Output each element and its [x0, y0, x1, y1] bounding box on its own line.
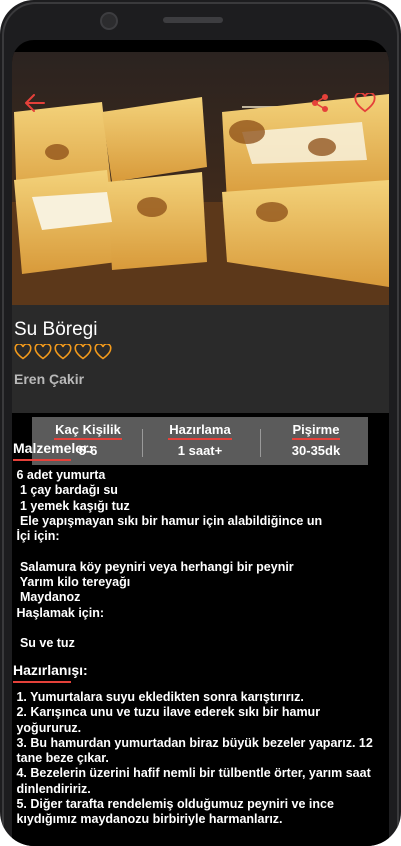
recipe-title: Su Böregi [14, 319, 98, 340]
stat-label: Hazırlama [168, 422, 232, 440]
heart-outline-icon[interactable] [74, 344, 92, 360]
preparation-heading-text: Hazırlanışı: [13, 662, 88, 678]
ingredients-list: 6 adet yumurta 1 çay bardağı su 1 yemek … [16, 468, 323, 651]
arrow-left-icon [25, 94, 45, 112]
heart-outline-icon[interactable] [34, 344, 52, 360]
stat-prep-time: Hazırlama 1 saat+ [144, 422, 256, 458]
ingredients-heading-text: Malzemeler: [13, 440, 94, 456]
recipe-info-panel: Su Böregi Eren Çakir [12, 305, 389, 413]
share-icon [312, 94, 328, 112]
ingredients-heading: Malzemeler: [13, 440, 93, 461]
heart-outline-icon[interactable] [94, 344, 112, 360]
stat-label: Kaç Kişilik [54, 422, 122, 440]
heart-icon [354, 93, 376, 113]
stat-divider [142, 429, 143, 457]
heart-outline-icon[interactable] [54, 344, 72, 360]
heading-underline [13, 459, 71, 461]
stat-value: 30-35dk [291, 443, 341, 458]
preparation-steps: 1. Yumurtalara suyu ekledikten sonra kar… [16, 690, 373, 827]
rating-hearts[interactable] [14, 344, 112, 360]
heading-underline [13, 681, 71, 683]
recipe-photo [12, 52, 389, 305]
back-button[interactable] [22, 90, 48, 116]
speaker-grille [163, 17, 223, 23]
heart-outline-icon[interactable] [14, 344, 32, 360]
stat-value: 1 saat+ [177, 443, 223, 458]
recipe-screen[interactable]: Su Böregi Eren Çakir Kaç Kişilik 5-6 Haz… [12, 40, 389, 846]
stat-cook-time: Pişirme 30-35dk [260, 422, 372, 458]
recipe-author: Eren Çakir [14, 371, 85, 387]
share-button[interactable] [307, 90, 333, 116]
stat-label: Pişirme [291, 422, 341, 440]
phone-frame: Su Böregi Eren Çakir Kaç Kişilik 5-6 Haz… [0, 0, 401, 846]
favorite-button[interactable] [352, 90, 378, 116]
camera-icon [100, 12, 118, 30]
preparation-heading: Hazırlanışı: [13, 662, 88, 683]
